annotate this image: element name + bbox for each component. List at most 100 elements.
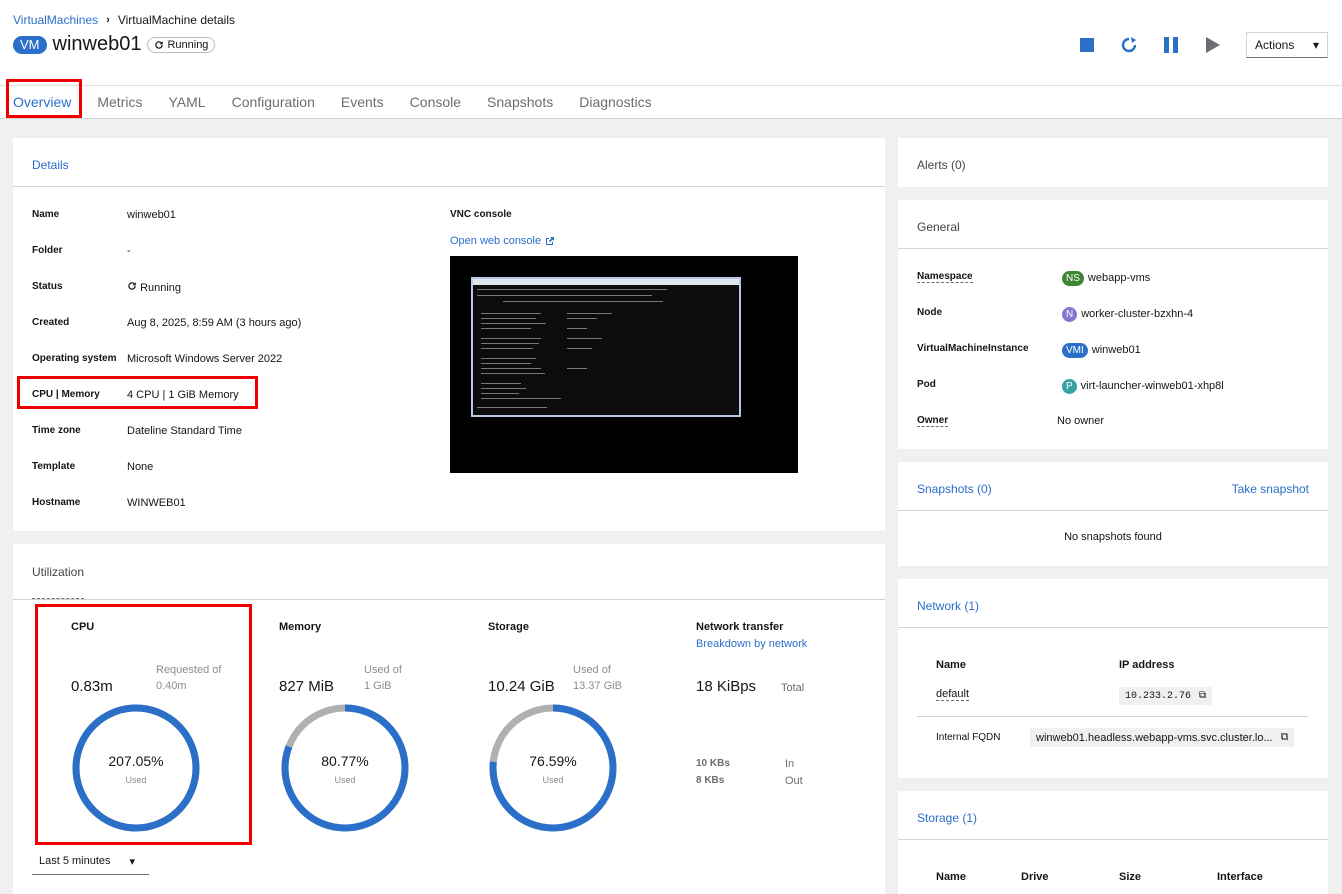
tab-events[interactable]: Events (328, 86, 397, 119)
detail-value: WINWEB01 (127, 497, 186, 509)
pause-button[interactable] (1150, 32, 1192, 58)
fqdn-box: winweb01.headless.webapp-vms.svc.cluster… (1030, 728, 1295, 747)
node-value: worker-cluster-bzxhn-4 (1081, 308, 1194, 320)
node-link[interactable]: Nworker-cluster-bzxhn-4 (1062, 307, 1193, 322)
vnc-line (481, 313, 541, 314)
detail-row-created: Created Aug 8, 2025, 8:59 AM (3 hours ag… (32, 317, 301, 329)
general-row-namespace: Namespace NS webapp-vms (917, 271, 1150, 286)
vnc-line (567, 368, 587, 369)
storage-percent: 76.59% (529, 753, 577, 769)
stop-button[interactable] (1066, 32, 1108, 58)
vnc-line (567, 348, 592, 349)
detail-row-template: Template None (32, 461, 153, 473)
snapshots-card: Snapshots (0) Take snapshot No snapshots… (898, 462, 1328, 566)
general-row-vmi: VirtualMachineInstance VMI winweb01 (917, 343, 1141, 358)
cpu-gauge: 207.05% Used (71, 703, 201, 833)
detail-row-timezone: Time zone Dateline Standard Time (32, 425, 242, 437)
memory-sub1: Used of (364, 664, 402, 676)
storage-gauge: 76.59% Used (488, 703, 618, 833)
details-heading[interactable]: Details (32, 158, 69, 186)
copy-icon[interactable]: ⧉ (1281, 731, 1289, 744)
memory-title: Memory (279, 621, 322, 633)
vnc-line (481, 363, 531, 364)
storage-sub2: 13.37 GiB (573, 680, 622, 692)
vnc-line (481, 323, 546, 324)
open-web-console-link[interactable]: Open web console (450, 235, 555, 247)
network-out-value: 8 KBs (696, 775, 725, 786)
memory-gauge: 80.77% Used (280, 703, 410, 833)
node-label: Node (917, 307, 942, 318)
tab-console[interactable]: Console (397, 86, 474, 119)
general-heading: General (917, 220, 960, 234)
vnc-line (481, 338, 541, 339)
detail-label: Created (32, 317, 70, 328)
namespace-value: webapp-vms (1087, 272, 1151, 284)
general-card: General Namespace NS webapp-vms Node Nwor… (898, 200, 1328, 449)
title-row: VM winweb01 Running (13, 33, 216, 56)
tab-yaml[interactable]: YAML (155, 86, 218, 119)
storage-heading[interactable]: Storage (1) (917, 811, 977, 839)
tab-overview[interactable]: Overview (0, 86, 84, 119)
status-link[interactable]: Running (127, 281, 181, 294)
alerts-heading: Alerts (0) (917, 158, 966, 172)
vnc-line (567, 313, 612, 314)
restart-button[interactable] (1108, 32, 1150, 58)
breadcrumb-virtualmachines-link[interactable]: VirtualMachines (13, 13, 98, 27)
detail-value: Dateline Standard Time (127, 425, 242, 437)
fqdn-value: winweb01.headless.webapp-vms.svc.cluster… (1036, 731, 1273, 744)
vnc-console-preview[interactable] (450, 256, 798, 473)
ns-badge: NS (1062, 271, 1084, 286)
pod-value: virt-launcher-winweb01-xhp8l (1080, 380, 1224, 392)
detail-row-folder: Folder - (32, 245, 131, 257)
namespace-link[interactable]: NS webapp-vms (1062, 271, 1150, 286)
storage-col-name: Name (936, 871, 966, 883)
tab-snapshots[interactable]: Snapshots (474, 86, 566, 119)
owner-value: No owner (1057, 415, 1105, 427)
detail-label: Name (32, 209, 60, 220)
network-col-name: Name (936, 659, 966, 671)
breakdown-by-network-link[interactable]: Breakdown by network (696, 638, 807, 650)
vnc-line (567, 338, 602, 339)
vm-toolbar: Actions ▾ (1066, 32, 1328, 58)
tab-diagnostics[interactable]: Diagnostics (566, 86, 664, 119)
start-button[interactable] (1192, 32, 1234, 58)
vmi-badge: VMI (1062, 343, 1088, 358)
storage-header: Storage (1) (898, 791, 1328, 840)
vmi-link[interactable]: VMI winweb01 (1062, 343, 1141, 358)
sync-icon (155, 40, 164, 49)
tab-metrics[interactable]: Metrics (84, 86, 155, 119)
detail-label: CPU | Memory (32, 389, 100, 400)
vnc-sconfig-window (471, 277, 741, 417)
storage-title: Storage (488, 621, 529, 633)
detail-label: Folder (32, 245, 63, 256)
take-snapshot-button[interactable]: Take snapshot (1232, 482, 1309, 510)
vnc-line (477, 289, 667, 290)
utilization-heading[interactable]: Utilization (32, 565, 85, 599)
vnc-line (477, 407, 547, 408)
ip-address-value: 10.233.2.76 (1125, 690, 1192, 702)
breadcrumb: VirtualMachines › VirtualMachine details (13, 13, 235, 27)
network-total-label: Total (781, 682, 805, 694)
detail-value: - (127, 245, 131, 257)
actions-dropdown[interactable]: Actions ▾ (1246, 32, 1328, 58)
detail-row-os: Operating system Microsoft Windows Serve… (32, 353, 282, 365)
time-range-dropdown[interactable]: Last 5 minutes ▾ (32, 848, 149, 875)
network-row-name: default (936, 688, 970, 701)
cpu-sub2: 0.40m (156, 680, 187, 692)
pod-link[interactable]: Pvirt-launcher-winweb01-xhp8l (1062, 379, 1224, 394)
fqdn-label: Internal FQDN (936, 732, 1001, 743)
copy-icon[interactable]: ⧉ (1199, 690, 1206, 702)
vmi-value: winweb01 (1091, 344, 1141, 356)
vnc-line (481, 343, 539, 344)
tab-configuration[interactable]: Configuration (219, 86, 328, 119)
network-heading[interactable]: Network (1) (917, 599, 979, 627)
snapshots-heading[interactable]: Snapshots (0) (917, 482, 992, 510)
network-divider (917, 716, 1308, 717)
vnc-line (481, 393, 519, 394)
general-header: General (898, 200, 1328, 249)
time-range-label: Last 5 minutes (39, 855, 111, 867)
detail-row-hostname: Hostname WINWEB01 (32, 497, 186, 509)
caret-down-icon: ▾ (1312, 38, 1319, 52)
vnc-line (481, 358, 536, 359)
detail-label: Hostname (32, 497, 81, 508)
